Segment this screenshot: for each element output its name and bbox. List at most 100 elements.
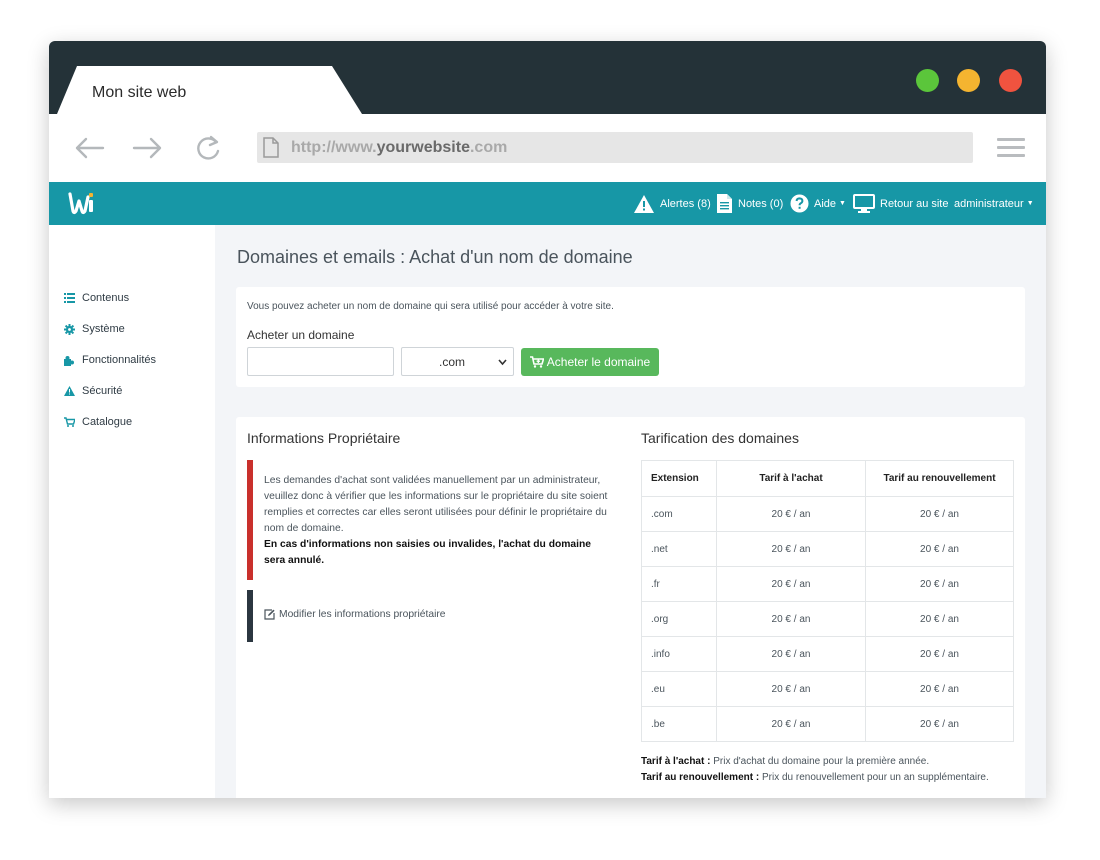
pricing-table: Extension Tarif à l'achat Tarif au renou…	[641, 460, 1014, 742]
table-cell: 20 € / an	[716, 496, 866, 532]
pricing-legend-renewal: Tarif au renouvellement : Prix du renouv…	[641, 772, 989, 783]
help-icon	[790, 194, 809, 213]
table-cell: 20 € / an	[865, 601, 1014, 637]
column-header: Extension	[641, 460, 717, 497]
table-row: .com 20 € / an 20 € / an	[641, 496, 1014, 532]
maximize-button[interactable]	[916, 69, 939, 92]
table-cell: 20 € / an	[865, 496, 1014, 532]
domain-name-input[interactable]	[247, 347, 394, 376]
edit-owner-label: Modifier les informations propriétaire	[279, 609, 446, 620]
sidebar-item-label: Sécurité	[82, 385, 123, 397]
nav-notes-label: Notes (0)	[738, 197, 784, 210]
table-cell: 20 € / an	[865, 566, 1014, 602]
table-cell: 20 € / an	[716, 531, 866, 567]
owner-warning-text: Les demandes d'achat sont validées manue…	[264, 475, 608, 534]
chevron-down-icon: ▼	[839, 200, 846, 207]
sidebar-item-label: Contenus	[82, 292, 130, 304]
browser-tab-title: Mon site web	[92, 84, 187, 101]
table-row: .fr 20 € / an 20 € / an	[641, 566, 1014, 602]
page-title: Domaines et emails : Achat d'un nom de d…	[237, 247, 633, 267]
nav-back-to-site[interactable]: Retour au site	[853, 182, 948, 225]
pricing-legend-purchase: Tarif à l'achat : Prix d'achat du domain…	[641, 756, 930, 767]
sidebar-item-contenus[interactable]: Contenus	[64, 290, 129, 306]
minimize-button[interactable]	[957, 69, 980, 92]
sidebar-item-label: Système	[82, 323, 125, 335]
table-row: .be 20 € / an 20 € / an	[641, 706, 1014, 742]
puzzle-icon	[64, 355, 74, 366]
cart-icon	[64, 417, 75, 427]
owner-warning-bold: En cas d'informations non saisies ou inv…	[264, 539, 592, 566]
purchase-label: Acheter un domaine	[247, 328, 355, 342]
table-cell: 20 € / an	[716, 601, 866, 637]
gear-icon	[64, 323, 75, 335]
sidebar: Contenus Système Fonctionnalités Sécurit…	[49, 225, 215, 798]
buy-domain-button[interactable]: Acheter le domaine	[521, 348, 659, 376]
browser-window: Mon site web http://www.yourwebsite.com	[49, 41, 1046, 798]
table-cell: 20 € / an	[716, 706, 866, 742]
table-cell: .com	[641, 496, 717, 532]
owner-info-title: Informations Propriétaire	[247, 430, 401, 446]
table-cell: 20 € / an	[865, 636, 1014, 672]
address-bar: http://www.yourwebsite.com	[49, 114, 1046, 182]
browser-menu-icon[interactable]	[997, 138, 1025, 158]
reload-icon[interactable]	[194, 134, 226, 162]
nav-help[interactable]: Aide ▼	[790, 182, 846, 225]
column-header: Tarif à l'achat	[716, 460, 866, 497]
table-cell: .fr	[641, 566, 717, 602]
extension-select[interactable]: .com	[401, 347, 514, 376]
app-logo[interactable]	[68, 191, 96, 220]
list-icon	[64, 293, 75, 303]
sidebar-item-label: Fonctionnalités	[82, 354, 156, 366]
table-cell: .info	[641, 636, 717, 672]
monitor-icon	[853, 193, 875, 213]
table-row: .info 20 € / an 20 € / an	[641, 636, 1014, 672]
nav-alerts-label: Alertes (8)	[660, 197, 711, 210]
table-cell: 20 € / an	[716, 636, 866, 672]
table-cell: .net	[641, 531, 717, 567]
cart-plus-icon	[529, 356, 544, 368]
table-row: .net 20 € / an 20 € / an	[641, 531, 1014, 567]
pricing-title: Tarification des domaines	[641, 430, 799, 446]
extension-select-value: .com	[439, 355, 466, 369]
edit-owner-link[interactable]: Modifier les informations propriétaire	[264, 609, 446, 620]
table-cell: .be	[641, 706, 717, 742]
table-cell: .eu	[641, 671, 717, 707]
table-row: .eu 20 € / an 20 € / an	[641, 671, 1014, 707]
table-cell: .org	[641, 601, 717, 637]
purchase-intro: Vous pouvez acheter un nom de domaine qu…	[247, 301, 614, 312]
edit-icon	[264, 609, 275, 620]
browser-titlebar: Mon site web	[49, 41, 1046, 114]
nav-user-label: administrateur	[954, 197, 1024, 210]
forward-arrow-icon[interactable]	[132, 134, 164, 162]
sidebar-item-label: Catalogue	[82, 416, 133, 428]
buy-domain-button-label: Acheter le domaine	[546, 355, 651, 369]
url-field[interactable]: http://www.yourwebsite.com	[257, 132, 973, 163]
chevron-down-icon: ▼	[1026, 200, 1034, 207]
nav-alerts[interactable]: Alertes (8)	[633, 182, 711, 225]
domain-info-card: Informations Propriétaire Les demandes d…	[236, 417, 1025, 798]
sidebar-item-fonctionnalites[interactable]: Fonctionnalités	[64, 352, 156, 368]
table-cell: 20 € / an	[716, 671, 866, 707]
table-cell: 20 € / an	[716, 566, 866, 602]
table-cell: 20 € / an	[865, 671, 1014, 707]
page-icon	[263, 137, 279, 158]
chevron-down-icon	[498, 359, 507, 366]
nav-notes[interactable]: Notes (0)	[716, 182, 783, 225]
warning-icon	[64, 386, 75, 396]
back-arrow-icon[interactable]	[73, 134, 105, 162]
sidebar-item-systeme[interactable]: Système	[64, 321, 125, 337]
close-button[interactable]	[999, 69, 1022, 92]
nav-help-label: Aide	[814, 197, 837, 210]
warning-icon	[634, 194, 654, 213]
table-cell: 20 € / an	[865, 706, 1014, 742]
table-row: .org 20 € / an 20 € / an	[641, 601, 1014, 637]
url-text: http://www.yourwebsite.com	[291, 139, 508, 156]
owner-warning-alert: Les demandes d'achat sont validées manue…	[247, 460, 607, 580]
column-header: Tarif au renouvellement	[865, 460, 1014, 497]
table-cell: 20 € / an	[865, 531, 1014, 567]
sidebar-item-securite[interactable]: Sécurité	[64, 383, 122, 399]
nav-user-menu[interactable]: administrateur ▼	[954, 182, 1034, 225]
sidebar-item-catalogue[interactable]: Catalogue	[64, 414, 132, 430]
edit-owner-alert: Modifier les informations propriétaire	[247, 590, 607, 642]
nav-back-to-site-label: Retour au site	[880, 197, 949, 210]
